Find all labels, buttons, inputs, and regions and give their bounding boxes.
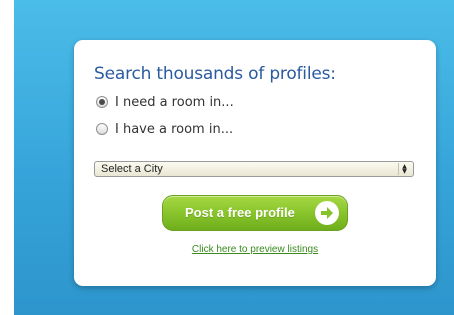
need-room-label: I need a room in...: [115, 94, 234, 110]
have-room-label: I have a room in...: [115, 121, 234, 137]
have-room-radio[interactable]: [96, 123, 108, 135]
city-select[interactable]: Select a City ▲ ▼: [94, 161, 414, 177]
have-room-option[interactable]: I have a room in...: [96, 120, 233, 138]
page-background: Search thousands of profiles: I need a r…: [14, 0, 454, 315]
preview-listings-link[interactable]: Click here to preview listings: [74, 244, 436, 255]
post-free-profile-label: Post a free profile: [185, 205, 295, 220]
panel-heading: Search thousands of profiles:: [94, 64, 336, 84]
select-stepper-icon: ▲ ▼: [398, 163, 410, 175]
need-room-option[interactable]: I need a room in...: [96, 93, 234, 111]
need-room-radio[interactable]: [96, 96, 108, 108]
arrow-right-circle-icon: [315, 201, 339, 225]
post-free-profile-button[interactable]: Post a free profile: [162, 195, 348, 231]
city-select-value: Select a City: [101, 163, 163, 175]
search-panel: Search thousands of profiles: I need a r…: [74, 40, 436, 286]
